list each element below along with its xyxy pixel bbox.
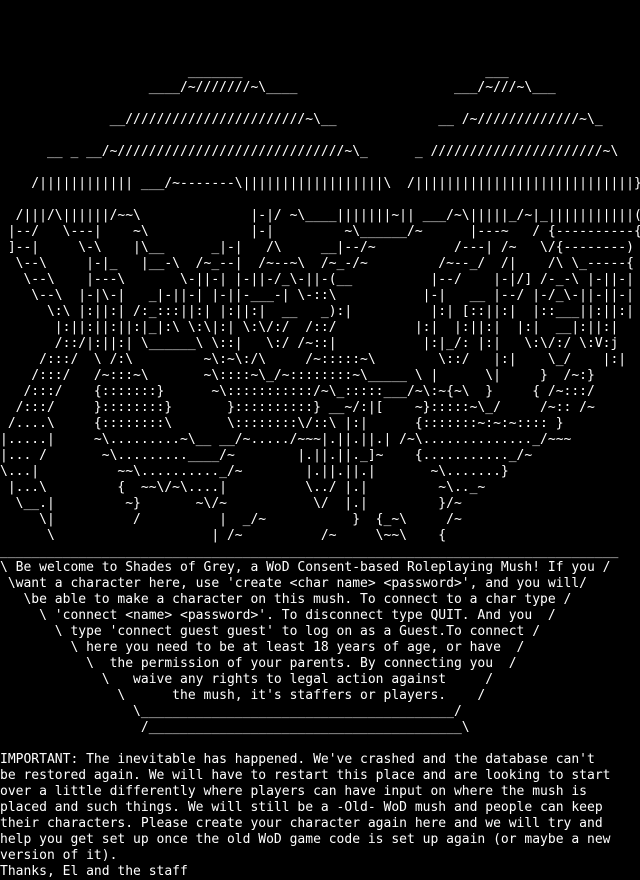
ascii-art-line: /|||/\||||||/~~\ |-|/ ~\____|||||||~|| _… bbox=[0, 208, 640, 223]
ascii-art-line: |.....| ~\.........~\__ __/~...../~~~|.|… bbox=[0, 432, 572, 447]
ascii-art-line: \--\ |---\ \-||-| |-||-/_\-||-(__ |--/ |… bbox=[0, 272, 634, 287]
notice-line: their characters. Please create your cha… bbox=[0, 816, 603, 831]
welcome-banner-line: \ type 'connect guest guest' to log on a… bbox=[0, 624, 541, 639]
ascii-art-line: \| / | _/~ } {_~\ /~ bbox=[0, 512, 462, 527]
notice-line: Thanks, El and the staff bbox=[0, 864, 188, 879]
welcome-banner-line: \want a character here, use 'create <cha… bbox=[0, 576, 587, 591]
ascii-art-line bbox=[0, 16, 640, 32]
notice-line: version of it). bbox=[0, 848, 118, 863]
terminal-window[interactable]: _______ ___ ____/~///////~\____ ___/~///… bbox=[0, 0, 640, 880]
welcome-banner-line: \ 'connect <name> <password>'. To discon… bbox=[0, 608, 556, 623]
ascii-art-line: |:||:||:||:|_|:\ \:\|:| \:\/:/ /::/ |:| … bbox=[0, 320, 619, 335]
ascii-art-line: |--/ \---| ~\ |-| ~\______/~ |---~ / {--… bbox=[0, 224, 640, 239]
welcome-banner-line: \ the permission of your parents. By con… bbox=[0, 656, 517, 671]
ascii-art-line: |...\ { ~~\/~\....| \../ |.| ~\.._~ bbox=[0, 480, 486, 495]
welcome-banner-line: \ the mush, it's staffers or players. / bbox=[0, 688, 486, 703]
ascii-art-line: /:::/ \ /:\ ~\:~\:/\ /~:::::~\ \::/ |:| … bbox=[0, 352, 627, 367]
ascii-art-line: \...| ~~\.........._/~ |.||.||.| ~\.....… bbox=[0, 464, 509, 479]
notice-line: placed and such things. We will still be… bbox=[0, 800, 603, 815]
ascii-art-line: /:::/ /~:::~\ ~\::::~\_/~::::::::~\_____… bbox=[0, 368, 595, 383]
ascii-art-line: /:::/ }::::::::} }::::::::::} __~/:|[ ~}… bbox=[0, 400, 595, 415]
ascii-art-line: /|||||||||||| ___/~-------\|||||||||||||… bbox=[0, 176, 640, 191]
ascii-art-line: /....\ {::::::::\ \::::::::\/::\ |:| {::… bbox=[0, 416, 564, 431]
welcome-banner-line: \_______________________________________… bbox=[0, 704, 462, 719]
welcome-banner-line: /_______________________________________… bbox=[0, 720, 470, 735]
ascii-art-line: \--\ |-|_ |__-\ /~_--| /~--~\ /~_-/~ /~-… bbox=[0, 256, 634, 271]
ascii-art-line bbox=[0, 96, 640, 112]
ascii-art-line: \:\ |:||:| /:_:::||:| |:||:| __ _):| |:|… bbox=[0, 304, 634, 319]
ascii-art-line bbox=[0, 32, 640, 48]
ascii-art-line: ____/~///////~\____ ___/~///~\___ bbox=[0, 80, 556, 95]
welcome-banner-line: \ here you need to be at least 18 years … bbox=[0, 640, 525, 655]
welcome-banner-line: \ waive any rights to legal action again… bbox=[0, 672, 494, 687]
ascii-art-line: ]--| \-\ |\__ _|-| /\ __|--/~ /---| /~ \… bbox=[0, 240, 634, 255]
ascii-art-line bbox=[0, 0, 640, 16]
ascii-art-line: __///////////////////////~\__ __ /~/////… bbox=[0, 112, 603, 127]
ascii-art-line: _______ ___ bbox=[0, 64, 509, 79]
ascii-art-line bbox=[0, 192, 640, 208]
ascii-art-line: \ | /~ /~ \~~\ { bbox=[0, 528, 447, 543]
notice-line: help you get set up once the old WoD gam… bbox=[0, 832, 611, 847]
ascii-art-line: /:::/ {:::::::} ~\:::::::::::/~\_:::::__… bbox=[0, 384, 595, 399]
ascii-art-line bbox=[0, 48, 640, 64]
notice-line: be restored again. We will have to resta… bbox=[0, 768, 611, 783]
ascii-art-line: \__.| ~} ~\/~ \/ |.| }/~ bbox=[0, 496, 462, 511]
ascii-art-line bbox=[0, 160, 640, 176]
ascii-art-line: \--\ |-|\-| _|-||-| |-||-___-| \-::\ |-|… bbox=[0, 288, 634, 303]
notice-line: IMPORTANT: The inevitable has happened. … bbox=[0, 752, 595, 767]
welcome-banner-line: ________________________________________… bbox=[0, 544, 619, 559]
ascii-art-line: __ _ __/~/////////////////////////////~\… bbox=[0, 144, 619, 159]
ascii-art-line bbox=[0, 128, 640, 144]
ascii-art-line: /::/|:||:| \______\ \::| \:/ /~::| |:|_/… bbox=[0, 336, 619, 351]
welcome-banner-line: \be able to make a character on this mus… bbox=[0, 592, 572, 607]
ascii-art-line: |... / ~\.........____/~ |.||.||._]~ {..… bbox=[0, 448, 533, 463]
welcome-banner-line: \ Be welcome to Shades of Grey, a WoD Co… bbox=[0, 560, 611, 575]
notice-line bbox=[0, 736, 640, 752]
notice-line: over a little differently where players … bbox=[0, 784, 587, 799]
